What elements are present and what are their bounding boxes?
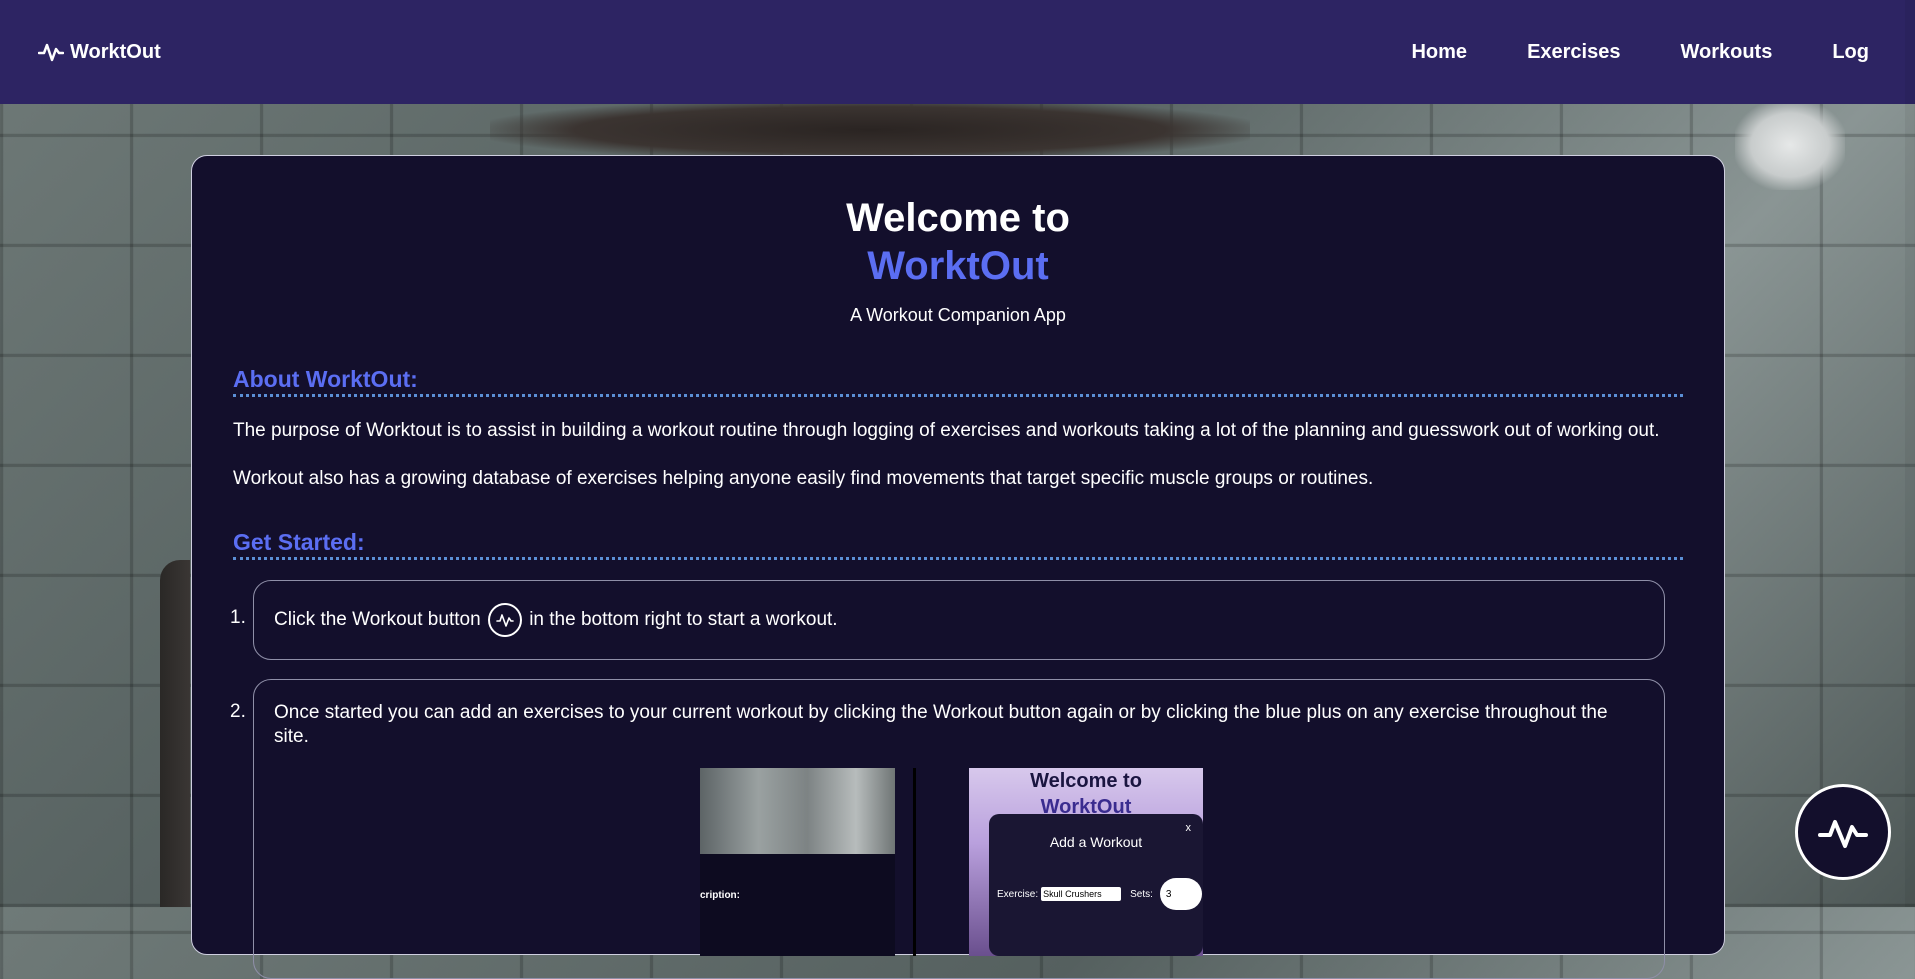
step-1-text: Click the Workout button in the bottom r… xyxy=(274,603,1654,637)
nav-log-link[interactable]: Log xyxy=(1832,41,1869,64)
top-nav: WorktOut Home Exercises Workouts Log xyxy=(0,0,1915,104)
activity-icon xyxy=(38,43,64,62)
about-paragraph-1: The purpose of Worktout is to assist in … xyxy=(233,420,1660,441)
workout-fab-button[interactable] xyxy=(1795,784,1891,880)
about-heading: About WorktOut: xyxy=(233,366,1683,397)
activity-icon xyxy=(496,614,514,627)
sets-input: 3 xyxy=(1159,878,1202,910)
step-2-number: 2. xyxy=(230,701,246,722)
exercise-label: Exercise: xyxy=(997,888,1039,900)
add-workout-modal: x Add a Workout Exercise: Skull Crushers… xyxy=(989,814,1203,956)
add-workout-screenshot: Welcome to WorktOut x Add a Workout Exer… xyxy=(969,768,1203,956)
exercise-screenshot: cription: xyxy=(700,768,895,956)
step-1-text-after: in the bottom right to start a workout. xyxy=(529,609,838,631)
app-title: WorktOut xyxy=(867,244,1049,288)
background-shoe xyxy=(1735,100,1845,190)
step-1-text-before: Click the Workout button xyxy=(274,609,481,631)
background-figure xyxy=(490,100,1250,160)
screenshot-divider xyxy=(913,768,916,956)
nav-workouts-link[interactable]: Workouts xyxy=(1680,41,1772,64)
step-1-number: 1. xyxy=(230,607,246,628)
page-scrollbar[interactable] xyxy=(1905,0,1915,907)
nav-home-link[interactable]: Home xyxy=(1411,41,1467,64)
welcome-card: Welcome to WorktOut A Workout Companion … xyxy=(191,155,1725,979)
step-2-text: Once started you can add an exercises to… xyxy=(274,702,1608,747)
get-started-heading: Get Started: xyxy=(233,529,1683,560)
workout-button-icon xyxy=(487,603,522,637)
activity-icon xyxy=(1818,820,1868,848)
nav-links: Home Exercises Workouts Log xyxy=(1411,41,1869,64)
app-subtitle: A Workout Companion App xyxy=(850,305,1066,325)
nav-exercises-link[interactable]: Exercises xyxy=(1527,41,1620,64)
exercise-description-label: cription: xyxy=(700,890,740,901)
about-paragraph-2: Workout also has a growing database of e… xyxy=(233,468,1374,489)
welcome-heading: Welcome to xyxy=(846,196,1070,240)
screenshot-welcome: Welcome to xyxy=(1030,770,1142,792)
exercise-photo xyxy=(700,768,895,854)
brand-link[interactable]: WorktOut xyxy=(38,40,161,64)
modal-title: Add a Workout xyxy=(1049,834,1143,850)
modal-form-row: Exercise: Skull Crushers Sets: 3 xyxy=(997,878,1202,910)
exercise-select: Skull Crushers xyxy=(1041,887,1122,901)
background-barbell xyxy=(160,560,190,907)
sets-label: Sets: xyxy=(1130,888,1153,900)
close-icon: x xyxy=(1185,822,1192,834)
brand-name: WorktOut xyxy=(70,40,161,63)
